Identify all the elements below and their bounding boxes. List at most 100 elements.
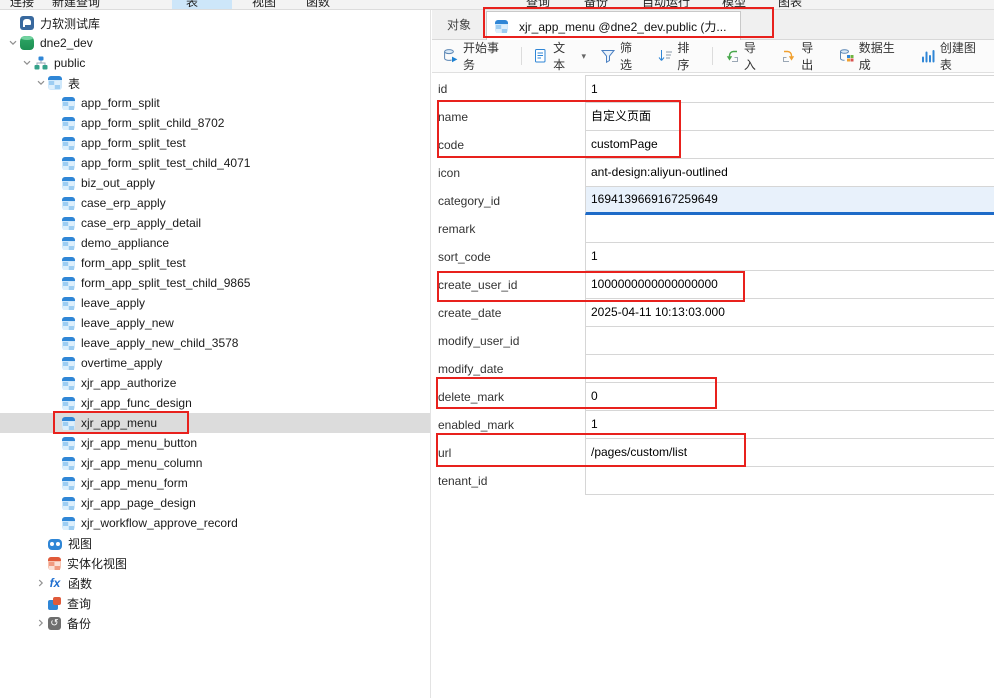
field-value-modify_date[interactable]	[585, 355, 994, 383]
field-value-code[interactable]: customPage	[585, 131, 994, 159]
field-value-tenant_id[interactable]	[585, 467, 994, 495]
chevron-down-icon[interactable]	[34, 76, 48, 90]
toolbar-button-label: 筛选	[620, 39, 643, 73]
tab-active-table[interactable]: xjr_app_menu @dne2_dev.public (力...	[486, 11, 741, 40]
main-toolbar-item-5[interactable]: 函数	[306, 0, 330, 10]
table-icon	[62, 477, 75, 490]
tree-item-case_erp_apply_detail[interactable]: case_erp_apply_detail	[0, 213, 430, 233]
chevron-spacer	[34, 596, 48, 610]
field-row-category_id: category_id1694139669167259649	[432, 187, 994, 215]
tree-item-label: form_app_split_test_child_9865	[81, 276, 250, 290]
import-button[interactable]: 导入	[717, 36, 774, 76]
postgresql-icon	[20, 16, 34, 30]
tree-item-查询[interactable]: 查询	[0, 593, 430, 613]
field-value-category_id[interactable]: 1694139669167259649	[585, 187, 994, 215]
field-row-create_user_id: create_user_id1000000000000000000	[432, 271, 994, 299]
field-value-name[interactable]: 自定义页面	[585, 103, 994, 131]
field-name-enabled_mark: enabled_mark	[432, 411, 585, 439]
chevron-down-icon[interactable]	[6, 36, 20, 50]
field-value-url[interactable]: /pages/custom/list	[585, 439, 994, 467]
tree-item-label: 实体化视图	[67, 555, 127, 572]
field-value-create_date[interactable]: 2025-04-11 10:13:03.000	[585, 299, 994, 327]
field-value-icon[interactable]: ant-design:aliyun-outlined	[585, 159, 994, 187]
tree-item-public[interactable]: public	[0, 53, 430, 73]
table-icon	[62, 377, 75, 390]
backup-icon: ↺	[48, 617, 61, 630]
main-toolbar-clipped[interactable]: 连接 新建查询 表 视图 函数 查询 备份 自动运行 模型 图表	[0, 0, 994, 10]
table-icon	[62, 177, 75, 190]
chevron-right-icon[interactable]	[34, 576, 48, 590]
export-button[interactable]: 导出	[774, 36, 831, 76]
text-view-button[interactable]: 文本 ▾	[526, 36, 593, 76]
tree-item-视图[interactable]: 视图	[0, 533, 430, 553]
main-toolbar-item-1[interactable]: 连接	[10, 0, 34, 10]
tree-item-xjr_app_menu[interactable]: xjr_app_menu	[0, 413, 430, 433]
tree-item-xjr_app_func_design[interactable]: xjr_app_func_design	[0, 393, 430, 413]
tree-item-xjr_app_menu_form[interactable]: xjr_app_menu_form	[0, 473, 430, 493]
tree-item-xjr_app_menu_button[interactable]: xjr_app_menu_button	[0, 433, 430, 453]
chevron-spacer	[48, 136, 62, 150]
begin-transaction-button[interactable]: 开始事务	[436, 36, 517, 76]
tree-item-form_app_split_test[interactable]: form_app_split_test	[0, 253, 430, 273]
tree-item-biz_out_apply[interactable]: biz_out_apply	[0, 173, 430, 193]
data-generation-button[interactable]: 数据生成	[832, 36, 913, 76]
chevron-right-icon[interactable]	[34, 616, 48, 630]
tree-item-app_form_split_child_8702[interactable]: app_form_split_child_8702	[0, 113, 430, 133]
tree-item-实体化视图[interactable]: 实体化视图	[0, 553, 430, 573]
main-toolbar-item-7[interactable]: 备份	[584, 0, 608, 10]
create-chart-button[interactable]: 创建图表	[913, 36, 994, 76]
tree-item-表[interactable]: 表	[0, 73, 430, 93]
tree-item-label: 表	[68, 75, 80, 92]
tree-item-leave_apply[interactable]: leave_apply	[0, 293, 430, 313]
dropdown-caret-icon[interactable]: ▾	[581, 51, 586, 62]
tree-item-leave_apply_new[interactable]: leave_apply_new	[0, 313, 430, 333]
tree-item-xjr_workflow_approve_record[interactable]: xjr_workflow_approve_record	[0, 513, 430, 533]
tree-item-overtime_apply[interactable]: overtime_apply	[0, 353, 430, 373]
toolbar-button-label: 文本	[553, 39, 576, 73]
field-name-modify_date: modify_date	[432, 355, 585, 383]
tree-item-app_form_split_test[interactable]: app_form_split_test	[0, 133, 430, 153]
main-toolbar-item-8[interactable]: 自动运行	[642, 0, 690, 10]
filter-button[interactable]: 筛选	[593, 36, 650, 76]
chevron-spacer	[48, 416, 62, 430]
chevron-spacer	[48, 396, 62, 410]
tree-item-leave_apply_new_child_3578[interactable]: leave_apply_new_child_3578	[0, 333, 430, 353]
field-row-icon: iconant-design:aliyun-outlined	[432, 159, 994, 187]
table-icon	[62, 197, 75, 210]
tree-item-xjr_app_menu_column[interactable]: xjr_app_menu_column	[0, 453, 430, 473]
field-value-enabled_mark[interactable]: 1	[585, 411, 994, 439]
field-value-delete_mark[interactable]: 0	[585, 383, 994, 411]
field-value-create_user_id[interactable]: 1000000000000000000	[585, 271, 994, 299]
tree-item-case_erp_apply[interactable]: case_erp_apply	[0, 193, 430, 213]
tree-item-app_form_split_test_child_4071[interactable]: app_form_split_test_child_4071	[0, 153, 430, 173]
main-toolbar-item-9[interactable]: 模型	[722, 0, 746, 10]
field-row-create_date: create_date2025-04-11 10:13:03.000	[432, 299, 994, 327]
sort-button[interactable]: 排序	[650, 36, 707, 76]
tree-item-label: 查询	[67, 595, 91, 612]
data-generation-icon	[839, 48, 855, 64]
tree-item-app_form_split[interactable]: app_form_split	[0, 93, 430, 113]
field-value-sort_code[interactable]: 1	[585, 243, 994, 271]
table-icon	[495, 20, 508, 33]
tree-item-form_app_split_test_child_9865[interactable]: form_app_split_test_child_9865	[0, 273, 430, 293]
tree-item-demo_appliance[interactable]: demo_appliance	[0, 233, 430, 253]
main-toolbar-item-4[interactable]: 视图	[252, 0, 276, 10]
main-toolbar-item-3[interactable]: 表	[186, 0, 198, 10]
object-tree-panel[interactable]: 力软测试库dne2_devpublic表app_form_splitapp_fo…	[0, 10, 431, 698]
main-toolbar-item-2[interactable]: 新建查询	[52, 0, 100, 10]
tree-item-函数[interactable]: fx函数	[0, 573, 430, 593]
tree-item-备份[interactable]: ↺备份	[0, 613, 430, 633]
main-toolbar-item-6[interactable]: 查询	[526, 0, 550, 10]
field-value-modify_user_id[interactable]	[585, 327, 994, 355]
tree-item-力软测试库[interactable]: 力软测试库	[0, 13, 430, 33]
tree-item-xjr_app_page_design[interactable]: xjr_app_page_design	[0, 493, 430, 513]
table-icon	[62, 297, 75, 310]
tree-item-label: xjr_workflow_approve_record	[81, 516, 238, 530]
tree-item-xjr_app_authorize[interactable]: xjr_app_authorize	[0, 373, 430, 393]
main-toolbar-item-10[interactable]: 图表	[778, 0, 802, 10]
field-value-remark[interactable]	[585, 215, 994, 243]
tree-item-dne2_dev[interactable]: dne2_dev	[0, 33, 430, 53]
chevron-down-icon[interactable]	[20, 56, 34, 70]
tab-objects[interactable]: 对象	[432, 10, 486, 39]
field-value-id[interactable]: 1	[585, 75, 994, 103]
